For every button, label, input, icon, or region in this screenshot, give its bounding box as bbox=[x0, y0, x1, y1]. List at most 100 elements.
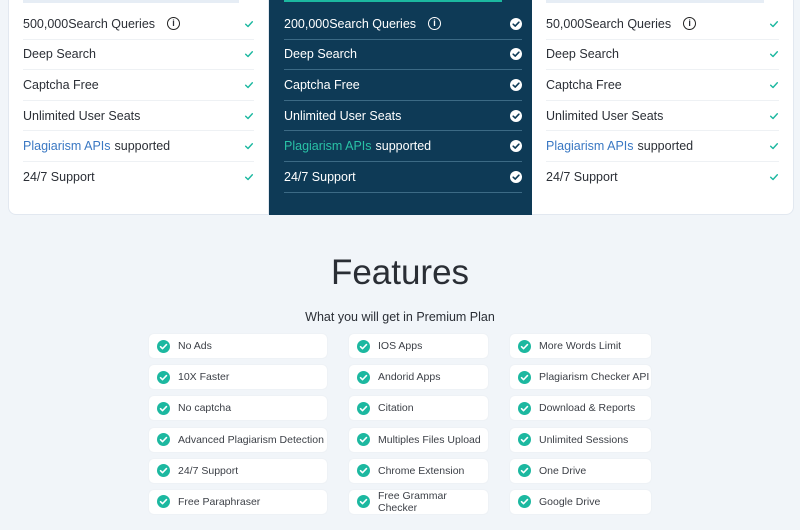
tick-icon bbox=[244, 82, 254, 89]
feature-item: Advanced Plagiarism Detection bbox=[149, 427, 327, 452]
feature-label: Multiples Files Upload bbox=[378, 433, 481, 446]
circle-tick-icon bbox=[510, 109, 522, 122]
circle-tick-icon bbox=[510, 17, 522, 30]
circle-check-icon bbox=[357, 433, 370, 447]
tick-icon bbox=[244, 143, 254, 150]
plan-feature-label: Unlimited User Seats bbox=[546, 108, 664, 123]
plan-query-count: 50,000 bbox=[546, 16, 585, 31]
plan-feature-text: Captcha Free bbox=[546, 78, 622, 92]
plan-select-button[interactable] bbox=[284, 0, 502, 2]
plagiarism-apis-link[interactable]: Plagiarism APIs bbox=[23, 139, 111, 153]
plan-query-count: 500,000 bbox=[23, 16, 69, 31]
feature-label: Andorid Apps bbox=[378, 371, 441, 384]
plan-feature-label: Captcha Free bbox=[284, 77, 360, 92]
info-icon[interactable]: i bbox=[428, 17, 442, 31]
plan-feature-label: Captcha Free bbox=[23, 77, 99, 92]
plan-feature-row: Unlimited User Seats bbox=[23, 101, 254, 132]
circle-tick-icon bbox=[510, 78, 522, 91]
plan-feature-label: supported bbox=[637, 139, 694, 154]
circle-check-icon bbox=[157, 339, 170, 353]
feature-item: No captcha bbox=[149, 396, 327, 421]
plan-feature-row: Plagiarism APIs supported bbox=[23, 131, 254, 162]
feature-label: Plagiarism Checker API bbox=[539, 371, 650, 384]
plan-feature-text: 50,000 Search Queries i bbox=[546, 16, 697, 31]
features-title: Features bbox=[330, 253, 470, 292]
plan-card-200k-featured: 200,000 Search Queries i Deep Search Captcha… bbox=[269, 0, 532, 215]
features-column-1: No Ads 10X Faster No captcha Advanced Plagi… bbox=[149, 334, 327, 521]
plan-feature-text: Deep Search bbox=[284, 47, 357, 61]
plan-feature-row: 24/7 Support bbox=[284, 162, 522, 193]
feature-item: Download & Reports bbox=[510, 396, 651, 421]
plan-feature-text: Unlimited User Seats bbox=[23, 109, 140, 123]
plan-select-button[interactable] bbox=[546, 0, 764, 3]
feature-item: Free Paraphraser bbox=[149, 489, 327, 514]
plagiarism-apis-link[interactable]: Plagiarism APIs bbox=[546, 139, 634, 153]
pricing-cards: 500,000 Search Queries i Deep Search Captcha… bbox=[8, 0, 794, 215]
plan-feature-text: Deep Search bbox=[546, 47, 619, 61]
plan-feature-text: 24/7 Support bbox=[23, 170, 95, 184]
plan-query-count: 200,000 bbox=[284, 16, 330, 31]
feature-label: Advanced Plagiarism Detection bbox=[178, 433, 324, 446]
feature-item: Plagiarism Checker API bbox=[510, 365, 651, 390]
feature-label: No Ads bbox=[178, 340, 212, 352]
plan-feature-label: 24/7 Support bbox=[284, 169, 356, 184]
feature-label: More Words Limit bbox=[539, 340, 622, 352]
plan-feature-label: Deep Search bbox=[284, 47, 357, 62]
tick-icon bbox=[769, 20, 779, 28]
plan-feature-label: Unlimited User Seats bbox=[23, 108, 141, 123]
plan-feature-row: Unlimited User Seats bbox=[546, 101, 779, 132]
circle-check-icon bbox=[518, 370, 531, 384]
plan-feature-row: Plagiarism APIs supported bbox=[546, 131, 779, 162]
plan-feature-text: Unlimited User Seats bbox=[546, 109, 663, 123]
circle-check-icon bbox=[518, 339, 531, 353]
circle-check-icon bbox=[357, 464, 370, 478]
feature-item: More Words Limit bbox=[510, 334, 651, 358]
feature-label: Free Grammar Checker bbox=[378, 489, 447, 514]
feature-label: Citation bbox=[378, 402, 414, 415]
plan-feature-text: Captcha Free bbox=[23, 78, 99, 92]
plan-feature-text: 24/7 Support bbox=[546, 170, 618, 184]
plan-feature-label: Deep Search bbox=[23, 47, 96, 62]
plan-feature-text: Captcha Free bbox=[284, 78, 360, 92]
feature-item: Google Drive bbox=[510, 489, 651, 514]
feature-label: 10X Faster bbox=[178, 371, 230, 384]
plan-feature-text: Unlimited User Seats bbox=[284, 109, 401, 123]
tick-icon bbox=[244, 112, 254, 119]
features-column-3: More Words Limit Plagiarism Checker API Do… bbox=[510, 334, 651, 521]
plan-feature-row: 24/7 Support bbox=[23, 162, 254, 193]
plan-feature-text: Deep Search bbox=[23, 47, 96, 61]
plan-feature-text: 500,000 Search Queries i bbox=[23, 16, 181, 31]
feature-label: Google Drive bbox=[539, 495, 601, 508]
circle-check-icon bbox=[518, 464, 531, 478]
circle-check-icon bbox=[518, 401, 531, 415]
plan-feature-label: supported bbox=[375, 139, 432, 154]
plan-feature-row: 500,000 Search Queries i bbox=[23, 9, 254, 40]
circle-check-icon bbox=[518, 495, 531, 509]
plan-feature-row: Plagiarism APIs supported bbox=[284, 131, 522, 162]
plan-feature-row: Captcha Free bbox=[23, 70, 254, 101]
plan-feature-row: 200,000 Search Queries i bbox=[284, 9, 522, 40]
circle-tick-icon bbox=[510, 140, 522, 153]
plan-feature-row: 24/7 Support bbox=[546, 162, 779, 193]
tick-icon bbox=[244, 20, 254, 28]
info-icon[interactable]: i bbox=[683, 17, 697, 31]
circle-check-icon bbox=[357, 370, 370, 384]
feature-item: Free Grammar Checker bbox=[349, 489, 488, 514]
feature-item: No Ads bbox=[149, 334, 327, 358]
circle-tick-icon bbox=[510, 170, 522, 183]
plan-feature-label: Search Queries bbox=[68, 16, 156, 31]
circle-check-icon bbox=[157, 464, 170, 478]
circle-check-icon bbox=[157, 370, 170, 384]
circle-check-icon bbox=[357, 495, 370, 509]
info-icon[interactable]: i bbox=[167, 17, 181, 31]
feature-label: One Drive bbox=[539, 464, 587, 477]
tick-icon bbox=[769, 112, 779, 119]
plan-select-button[interactable] bbox=[23, 0, 239, 3]
tick-icon bbox=[769, 143, 779, 150]
circle-check-icon bbox=[157, 401, 170, 415]
circle-check-icon bbox=[518, 433, 531, 447]
feature-label: Free Paraphraser bbox=[178, 495, 261, 508]
plan-feature-text: 24/7 Support bbox=[284, 170, 356, 184]
plagiarism-apis-link[interactable]: Plagiarism APIs bbox=[284, 139, 372, 153]
plan-feature-label: Search Queries bbox=[329, 16, 417, 31]
